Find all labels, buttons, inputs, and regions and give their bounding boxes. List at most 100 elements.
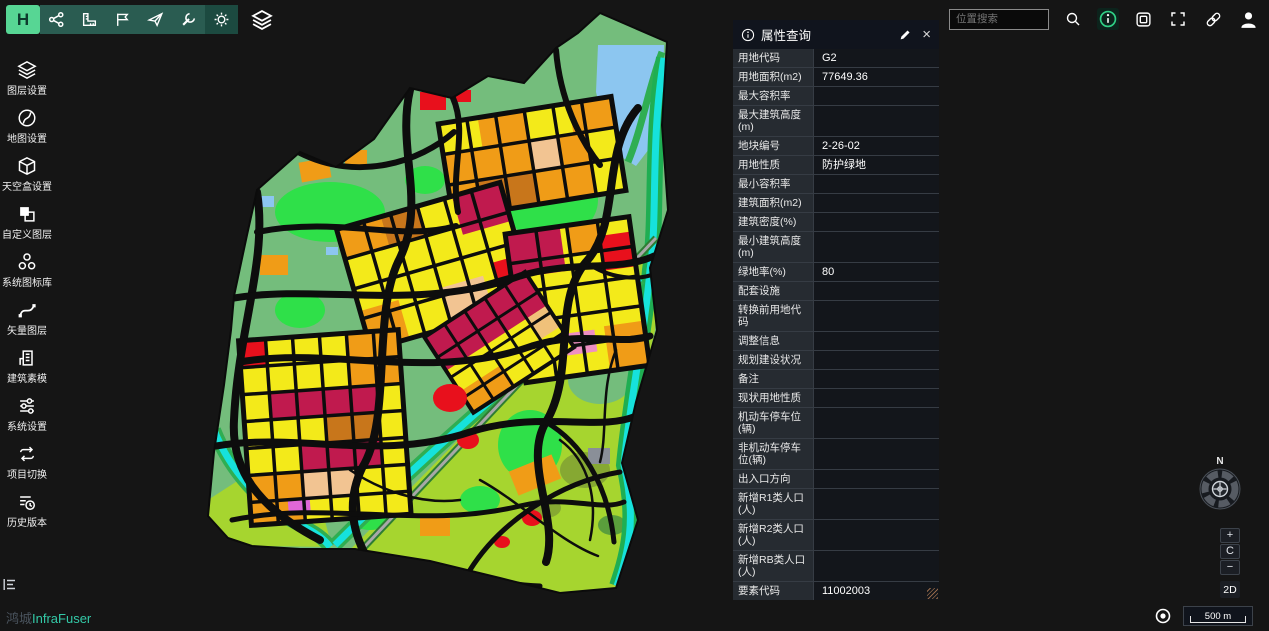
basemap-button[interactable] — [1132, 8, 1154, 30]
table-row[interactable]: 最大容积率 — [733, 86, 939, 105]
measure-button[interactable] — [73, 5, 106, 34]
row-label: 机动车停车位(辆) — [733, 408, 813, 438]
table-row[interactable]: 建筑面积(m2) — [733, 193, 939, 212]
fullscreen-button[interactable] — [1167, 8, 1189, 30]
fullscreen-icon — [1170, 11, 1186, 27]
row-label: 新增R2类人口(人) — [733, 520, 813, 550]
table-row[interactable]: 现状用地性质 — [733, 388, 939, 407]
share-button[interactable] — [40, 5, 73, 34]
table-row[interactable]: 地块编号 2-26-02 — [733, 136, 939, 155]
row-label: 调整信息 — [733, 332, 813, 350]
row-label: 地块编号 — [733, 137, 813, 155]
layers-icon — [251, 9, 273, 31]
table-row[interactable]: 配套设施 — [733, 281, 939, 300]
row-value — [813, 370, 939, 388]
table-row[interactable]: 最大建筑高度(m) — [733, 105, 939, 136]
table-row[interactable]: 备注 — [733, 369, 939, 388]
system-settings-icon — [17, 396, 37, 416]
row-value: 77649.36 — [813, 68, 939, 86]
skybox-icon — [17, 156, 37, 176]
info-icon — [1099, 10, 1117, 28]
history-icon — [17, 492, 37, 512]
row-label: 最小容积率 — [733, 175, 813, 193]
sidebar-item-map-settings[interactable]: 地图设置 — [0, 103, 54, 151]
app-logo[interactable]: H — [6, 5, 40, 34]
plan-flag-button[interactable] — [106, 5, 139, 34]
sidebar-item-custom-layer[interactable]: 自定义图层 — [0, 199, 54, 247]
zoning-map-canvas[interactable] — [0, 0, 1269, 631]
table-row[interactable]: 新增RB类人口(人) — [733, 550, 939, 581]
app-window: H — [0, 0, 1269, 631]
search-button[interactable] — [1062, 8, 1084, 30]
table-row[interactable]: 调整信息 — [733, 331, 939, 350]
zoom-in-button[interactable]: + — [1220, 528, 1240, 543]
attribute-info-button[interactable] — [1097, 8, 1119, 30]
table-row[interactable]: 非机动车停车位(辆) — [733, 438, 939, 469]
table-row[interactable]: 规划建设状况 — [733, 350, 939, 369]
main-toolbar: H — [6, 5, 277, 34]
row-value — [813, 301, 939, 331]
bottom-right-bar: 500 m — [1155, 606, 1253, 626]
panel-resize-handle[interactable] — [927, 588, 938, 599]
row-label: 最小建筑高度(m) — [733, 232, 813, 262]
sidebar-item-skybox-settings[interactable]: 天空盒设置 — [0, 151, 54, 199]
close-button[interactable]: × — [922, 27, 931, 42]
table-row[interactable]: 用地性质 防护绿地 — [733, 155, 939, 174]
send-button[interactable] — [139, 5, 172, 34]
table-row[interactable]: 用地代码 G2 — [733, 49, 939, 67]
legend-collapse-button[interactable] — [3, 578, 17, 596]
row-label: 新增RB类人口(人) — [733, 551, 813, 581]
sidebar-item-project-switch[interactable]: 项目切换 — [0, 439, 54, 487]
table-row[interactable]: 转换前用地代码 — [733, 300, 939, 331]
sidebar-item-icon-library[interactable]: 系统图标库 — [0, 247, 54, 295]
compass-control[interactable]: N — [1198, 456, 1242, 516]
scale-bar: 500 m — [1183, 606, 1253, 626]
table-row[interactable]: 用地面积(m2) 77649.36 — [733, 67, 939, 86]
sidebar-item-system-settings[interactable]: 系统设置 — [0, 391, 54, 439]
table-row[interactable]: 出入口方向 — [733, 469, 939, 488]
table-row[interactable]: 建筑密度(%) — [733, 212, 939, 231]
sidebar-item-history-version[interactable]: 历史版本 — [0, 487, 54, 535]
frame-icon — [1135, 11, 1152, 28]
row-label: 现状用地性质 — [733, 389, 813, 407]
layers-icon — [17, 60, 37, 80]
table-row[interactable]: 机动车停车位(辆) — [733, 407, 939, 438]
row-value — [813, 389, 939, 407]
topright-controls — [949, 8, 1259, 30]
row-value — [813, 213, 939, 231]
row-value: G2 — [813, 49, 939, 67]
tools-button[interactable] — [172, 5, 205, 34]
row-label: 配套设施 — [733, 282, 813, 300]
panel-header: 属性查询 × — [733, 20, 939, 49]
locate-icon[interactable] — [1155, 608, 1171, 624]
table-row[interactable]: 要素代码 11002003 — [733, 581, 939, 600]
send-icon — [147, 11, 164, 28]
settings-button[interactable] — [205, 5, 238, 34]
row-label: 用地代码 — [733, 49, 813, 67]
sidebar-item-layer-settings[interactable]: 图层设置 — [0, 55, 54, 103]
share-link-button[interactable] — [1202, 8, 1224, 30]
user-button[interactable] — [1237, 8, 1259, 30]
location-search[interactable] — [949, 9, 1049, 30]
table-row[interactable]: 新增R1类人口(人) — [733, 488, 939, 519]
ruler-icon — [81, 11, 98, 28]
table-row[interactable]: 最小容积率 — [733, 174, 939, 193]
view-mode-2d-button[interactable]: 2D — [1220, 581, 1240, 598]
sidebar-item-building-model[interactable]: 建筑素模 — [0, 343, 54, 391]
layers-toggle-button[interactable] — [247, 5, 277, 34]
table-row[interactable]: 新增R2类人口(人) — [733, 519, 939, 550]
search-input[interactable] — [950, 13, 1048, 25]
row-label: 最大容积率 — [733, 87, 813, 105]
table-row[interactable]: 最小建筑高度(m) — [733, 231, 939, 262]
project-switch-icon — [17, 444, 37, 464]
row-value — [813, 282, 939, 300]
sidebar-item-vector-layer[interactable]: 矢量图层 — [0, 295, 54, 343]
search-icon — [1065, 11, 1081, 27]
row-label: 建筑密度(%) — [733, 213, 813, 231]
edit-button[interactable] — [899, 28, 912, 41]
zoom-out-button[interactable]: − — [1220, 560, 1240, 575]
compass-reset-button[interactable]: C — [1220, 544, 1240, 559]
table-row[interactable]: 绿地率(%) 80 — [733, 262, 939, 281]
row-value — [813, 551, 939, 581]
attribute-query-panel: 属性查询 × 用地代码 G2 用地面积(m2) 77649.36 — [733, 20, 939, 600]
